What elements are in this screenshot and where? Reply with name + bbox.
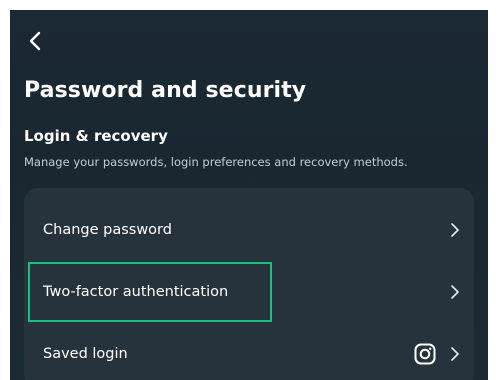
two-factor-authentication-label: Two-factor authentication — [43, 284, 229, 300]
change-password-item[interactable]: Change password — [24, 200, 474, 260]
change-password-label: Change password — [43, 222, 172, 238]
section-title: Login & recovery — [24, 127, 168, 145]
password-security-screen: Password and security Login & recovery M… — [10, 10, 488, 380]
top-strip — [0, 0, 499, 10]
saved-login-label: Saved login — [43, 346, 128, 362]
section-description: Manage your passwords, login preferences… — [24, 155, 408, 169]
two-factor-authentication-item[interactable]: Two-factor authentication — [24, 262, 474, 322]
page-title: Password and security — [24, 78, 307, 103]
chevron-right-icon — [448, 223, 462, 237]
instagram-icon — [414, 343, 436, 365]
settings-card: Change password Two-factor authenticatio… — [24, 188, 474, 380]
chevron-right-icon — [448, 285, 462, 299]
chevron-right-icon — [448, 347, 462, 361]
back-button[interactable] — [24, 30, 46, 52]
saved-login-item[interactable]: Saved login — [24, 324, 474, 380]
chevron-left-icon — [29, 31, 41, 51]
